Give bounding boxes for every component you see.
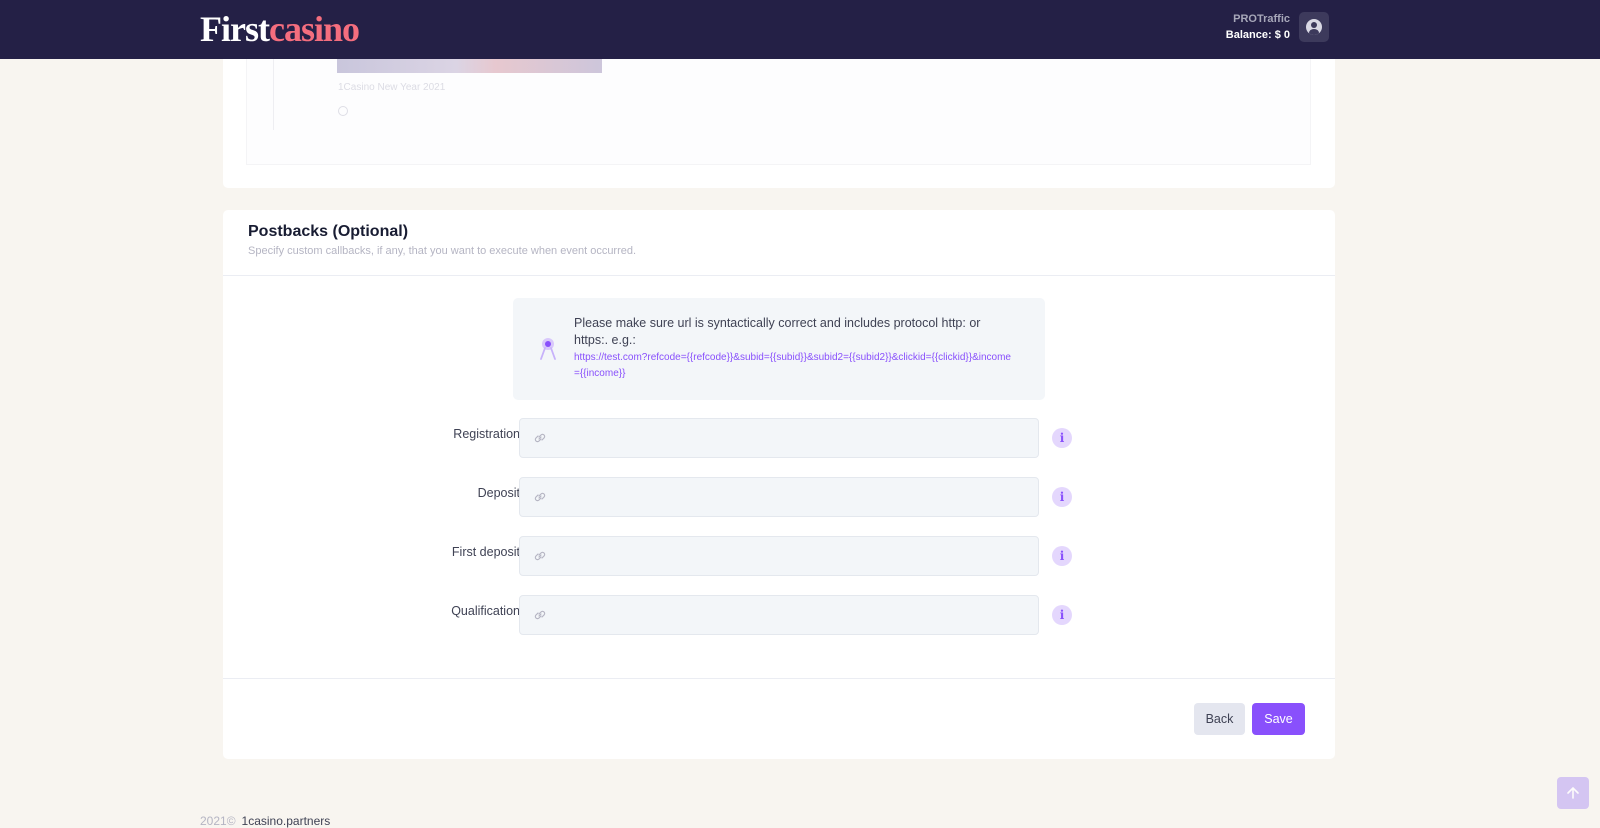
registration-url-input[interactable] — [519, 418, 1039, 458]
qualification-url-input[interactable] — [519, 595, 1039, 635]
footer-divider — [223, 678, 1335, 679]
field-row-deposit: Deposit i — [223, 477, 1335, 517]
field-row-registration: Registration i — [223, 418, 1335, 458]
postbacks-title: Postbacks (Optional) — [248, 223, 409, 240]
link-icon — [534, 492, 546, 502]
deposit-url-input[interactable] — [519, 477, 1039, 517]
user-balance: Balance: $ 0 — [1225, 29, 1290, 41]
link-icon — [534, 551, 546, 561]
notice-text: Please make sure url is syntactically co… — [574, 316, 981, 347]
footer-year: 2021© — [200, 814, 236, 828]
field-label: Registration — [453, 427, 520, 441]
header-divider — [223, 275, 1335, 276]
user-icon — [1306, 19, 1322, 35]
first-deposit-url-input[interactable] — [519, 536, 1039, 576]
link-icon — [534, 433, 546, 443]
field-label: Deposit — [477, 486, 520, 500]
zoom-icon[interactable] — [338, 106, 348, 116]
logo-casino: casino — [268, 9, 360, 49]
info-icon[interactable]: i — [1052, 428, 1072, 448]
postbacks-subtitle: Specify custom callbacks, if any, that y… — [248, 245, 637, 257]
registration-input[interactable] — [556, 419, 1026, 457]
field-label: Qualification — [451, 604, 520, 618]
back-button[interactable]: Back — [1194, 703, 1245, 735]
postbacks-card: Postbacks (Optional) Specify custom call… — [223, 210, 1335, 759]
qualification-input[interactable] — [556, 596, 1026, 634]
field-row-first-deposit: First deposit i — [223, 536, 1335, 576]
user-avatar-button[interactable] — [1299, 12, 1329, 42]
save-button[interactable]: Save — [1252, 703, 1305, 735]
page-footer: 2021© 1casino.partners — [200, 814, 330, 828]
arrow-up-icon — [1567, 786, 1579, 799]
user-name: PROTraffic — [1233, 13, 1290, 25]
banner-caption: 1Casino New Year 2021 — [338, 82, 446, 93]
info-icon[interactable]: i — [1052, 605, 1072, 625]
info-icon[interactable]: i — [1052, 487, 1072, 507]
footer-site-link[interactable]: 1casino.partners — [242, 814, 331, 828]
brand-logo[interactable]: Firstcasino — [200, 9, 360, 49]
field-row-qualification: Qualification i — [223, 595, 1335, 635]
first-deposit-input[interactable] — [556, 537, 1026, 575]
url-notice: Please make sure url is syntactically co… — [513, 298, 1045, 400]
scroll-top-button[interactable] — [1557, 777, 1589, 809]
info-icon[interactable]: i — [1052, 546, 1072, 566]
notice-example-url: https://test.com?refcode={{refcode}}&sub… — [574, 352, 1011, 379]
deposit-input[interactable] — [556, 478, 1026, 516]
logo-first: First — [200, 9, 270, 49]
field-label: First deposit — [451, 545, 520, 559]
link-icon — [534, 610, 546, 620]
compass-icon — [540, 338, 556, 360]
banner-image[interactable] — [337, 58, 602, 73]
user-info: PROTraffic Balance: $ 0 — [1226, 12, 1290, 43]
top-navbar: Firstcasino PROTraffic Balance: $ 0 — [0, 0, 1600, 59]
